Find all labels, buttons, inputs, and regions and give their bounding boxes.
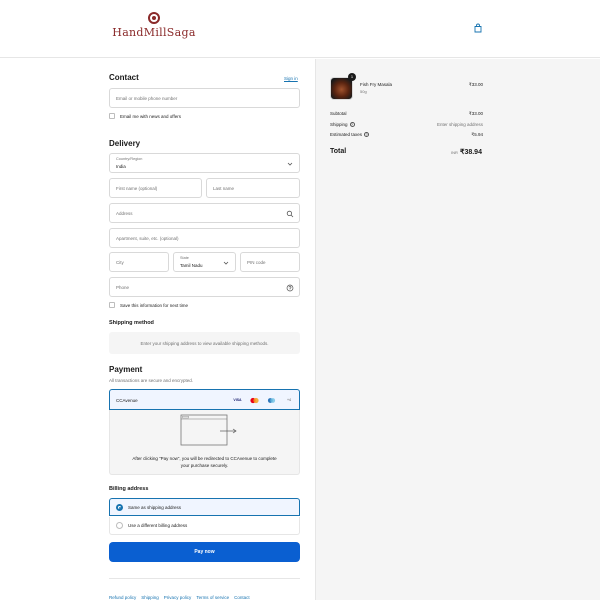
shopping-bag-icon[interactable] <box>473 23 483 33</box>
news-checkbox-label: Email me with news and offers <box>120 114 181 119</box>
shipping-summary-label: Shipping <box>330 122 348 127</box>
subtotal-label: Subtotal <box>330 111 347 116</box>
billing-different-label: Use a different billing address <box>128 523 188 528</box>
privacy-policy-link[interactable]: Privacy policy <box>164 595 192 600</box>
logo-emblem-icon <box>148 12 160 24</box>
product-variant: 50g <box>360 89 367 94</box>
terms-of-service-link[interactable]: Terms of service <box>196 595 229 600</box>
apartment-placeholder: Apartment, suite, etc. (optional) <box>116 236 179 241</box>
phone-field[interactable]: Phone <box>109 277 300 297</box>
search-icon <box>286 210 294 218</box>
city-placeholder: City <box>116 260 124 265</box>
taxes-value: ₹5.94 <box>471 132 483 137</box>
delivery-heading: Delivery <box>109 139 141 148</box>
taxes-row: Estimated taxes? <box>330 132 370 138</box>
contact-heading: Contact <box>109 73 139 82</box>
pay-now-button[interactable]: Pay now <box>109 542 300 562</box>
shipping-policy-link[interactable]: Shipping <box>141 595 159 600</box>
save-info-checkbox-row[interactable]: Save this information for next time <box>109 302 300 310</box>
total-label: Total <box>330 148 347 155</box>
country-value: India <box>116 164 126 169</box>
billing-different-option[interactable]: Use a different billing address <box>109 517 300 535</box>
phone-placeholder: Phone <box>116 285 130 290</box>
billing-same-radio[interactable] <box>116 504 123 511</box>
shipping-method-placeholder: Enter your shipping address to view avai… <box>109 332 300 354</box>
billing-same-option[interactable]: Same as shipping address <box>109 498 300 516</box>
shipping-summary-row: Shipping? <box>330 122 355 128</box>
footer-links: Refund policy Shipping Privacy policy Terms… <box>109 586 255 600</box>
payment-method-ccavenue[interactable]: CCAvenue VISA +4 <box>109 389 300 410</box>
email-field[interactable]: Email or mobile phone number <box>109 88 300 108</box>
mastercard-icon <box>249 397 260 404</box>
email-placeholder: Email or mobile phone number <box>116 96 178 101</box>
help-icon[interactable]: ? <box>349 122 355 128</box>
news-checkbox[interactable] <box>109 113 115 119</box>
chevron-down-icon <box>223 261 229 265</box>
billing-same-label: Same as shipping address <box>128 505 182 510</box>
billing-different-radio[interactable] <box>116 522 123 529</box>
shipping-summary-value: Enter shipping address <box>436 122 483 127</box>
news-checkbox-row[interactable]: Email me with news and offers <box>109 113 300 121</box>
country-label: Country/Region <box>116 157 143 161</box>
first-name-field[interactable]: First name (optional) <box>109 178 202 198</box>
apartment-field[interactable]: Apartment, suite, etc. (optional) <box>109 228 300 248</box>
checkout-header: HandMillSaga <box>0 0 600 58</box>
amex-icon <box>266 397 277 404</box>
shipping-method-note: Enter your shipping address to view avai… <box>140 341 269 346</box>
refund-policy-link[interactable]: Refund policy <box>109 595 136 600</box>
payment-method-name: CCAvenue <box>116 398 138 403</box>
help-icon[interactable]: ? <box>364 132 370 138</box>
last-name-placeholder: Last name <box>213 186 235 191</box>
brand-name: HandMillSaga <box>112 26 196 39</box>
save-info-checkbox[interactable] <box>109 302 115 308</box>
payment-redirect-panel: After clicking “Pay now”, you will be re… <box>109 410 300 475</box>
redirect-browser-icon <box>180 414 237 446</box>
contact-link[interactable]: Contact <box>234 595 250 600</box>
chevron-down-icon <box>287 162 293 166</box>
total-currency: INR <box>451 150 458 155</box>
subtotal-value: ₹33.00 <box>468 111 483 116</box>
more-cards-badge: +4 <box>287 398 291 402</box>
payment-redirect-note: After clicking “Pay now”, you will be re… <box>132 456 277 468</box>
taxes-label: Estimated taxes <box>330 132 363 137</box>
city-field[interactable]: City <box>109 252 169 272</box>
billing-heading: Billing address <box>109 486 149 492</box>
quantity-badge: 1 <box>348 73 356 81</box>
footer-divider <box>109 578 300 579</box>
address-placeholder: Address <box>116 211 133 216</box>
sign-in-link[interactable]: Sign in <box>284 76 298 81</box>
product-price: ₹33.00 <box>468 82 483 87</box>
help-circle-icon[interactable] <box>286 284 294 292</box>
total-value: ₹38.94 <box>460 149 482 156</box>
country-select[interactable]: Country/Region India <box>109 153 300 173</box>
state-label: State <box>180 256 189 260</box>
order-summary-panel <box>315 59 600 600</box>
first-name-placeholder: First name (optional) <box>116 186 158 191</box>
state-select[interactable]: State Tamil Nadu <box>173 252 236 272</box>
save-info-label: Save this information for next time <box>120 303 189 308</box>
shipping-method-heading: Shipping method <box>109 320 154 326</box>
product-name: Fish Fry Masala <box>360 82 393 87</box>
state-value: Tamil Nadu <box>180 263 203 268</box>
brand-logo[interactable]: HandMillSaga <box>112 12 196 46</box>
payment-subtitle: All transactions are secure and encrypte… <box>109 378 194 383</box>
address-field[interactable]: Address <box>109 203 300 223</box>
payment-heading: Payment <box>109 365 143 374</box>
pin-code-field[interactable]: PIN code <box>240 252 300 272</box>
last-name-field[interactable]: Last name <box>206 178 300 198</box>
pin-code-placeholder: PIN code <box>247 260 266 265</box>
visa-icon: VISA <box>233 398 242 402</box>
